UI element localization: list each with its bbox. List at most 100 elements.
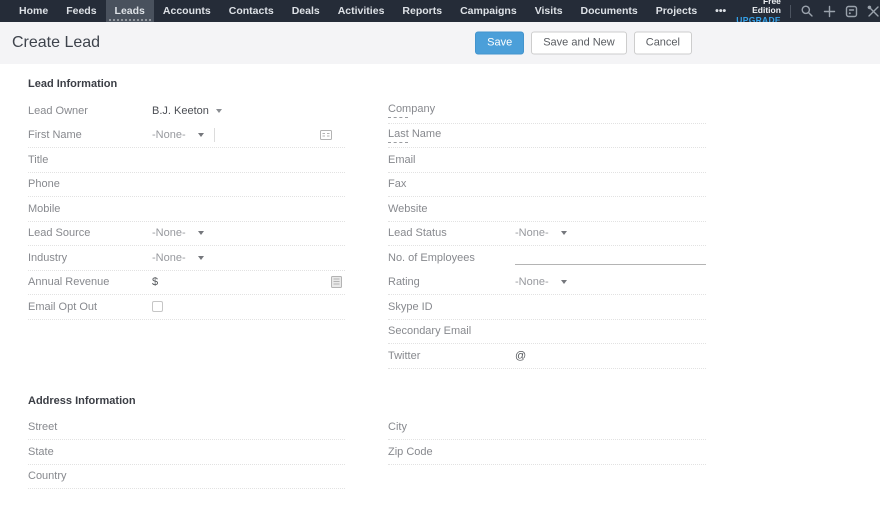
section-address-information: Address Information [28,369,880,416]
country-input[interactable] [152,465,345,489]
nav-item-documents[interactable]: Documents [572,0,647,22]
city-input[interactable] [515,416,706,440]
title-input[interactable] [152,148,345,172]
nav-item-contacts[interactable]: Contacts [220,0,283,22]
lead-owner-select[interactable]: B.J. Keeton [152,105,222,117]
nav-item-campaigns[interactable]: Campaigns [451,0,526,22]
nav-menu: Home Feeds Leads Accounts Contacts Deals… [10,0,735,22]
lead-source-value: -None- [152,227,186,239]
field-row-lead-source: Lead Source -None- [28,222,345,247]
twitter-input[interactable] [526,344,706,368]
field-row-email-opt-out: Email Opt Out [28,295,345,320]
lead-source-label: Lead Source [28,227,152,239]
nav-item-reports[interactable]: Reports [393,0,451,22]
search-icon[interactable] [800,4,814,18]
field-row-email: Email [388,148,706,173]
state-input[interactable] [152,440,345,464]
email-input[interactable] [515,148,706,172]
lead-info-left-column: Lead Owner B.J. Keeton First Name -None- [28,99,345,369]
salutation-value: -None- [152,129,186,141]
state-label: State [28,446,152,458]
field-row-twitter: Twitter @ [388,344,706,369]
nav-item-visits[interactable]: Visits [526,0,572,22]
title-label: Title [28,154,152,166]
website-input[interactable] [515,197,706,221]
save-and-new-button[interactable]: Save and New [531,32,627,55]
rating-select[interactable]: -None- [515,276,567,288]
email-opt-out-checkbox[interactable] [152,301,163,312]
chevron-down-icon [216,109,222,113]
field-row-no-of-employees: No. of Employees [388,246,706,271]
field-divider [214,128,215,142]
nav-item-more[interactable]: ••• [706,0,735,22]
top-navbar: Home Feeds Leads Accounts Contacts Deals… [0,0,880,22]
nav-item-projects[interactable]: Projects [647,0,706,22]
create-lead-form: Lead Information Lead Owner B.J. Keeton … [0,64,880,515]
industry-value: -None- [152,252,186,264]
chevron-down-icon [561,231,567,235]
phone-input[interactable] [152,173,345,197]
nav-divider [790,5,791,18]
nav-right-tools: Free Edition UPGRADE [735,0,880,22]
section-description-information: Description Information [28,489,880,515]
field-row-secondary-email: Secondary Email [388,320,706,345]
rating-label: Rating [388,276,515,288]
lead-status-value: -None- [515,227,549,239]
first-name-input[interactable] [225,124,320,148]
email-opt-out-label: Email Opt Out [28,301,152,313]
cancel-button[interactable]: Cancel [634,32,692,55]
nav-item-accounts[interactable]: Accounts [154,0,220,22]
field-row-city: City [388,416,706,441]
salutation-select[interactable]: -None- [152,129,204,141]
last-name-input[interactable] [515,124,706,148]
field-row-skype-id: Skype ID [388,295,706,320]
setup-tools-icon[interactable] [867,5,880,18]
address-left-column: Street State Country [28,416,345,490]
mobile-input[interactable] [152,197,345,221]
field-row-lead-owner: Lead Owner B.J. Keeton [28,99,345,124]
nav-item-deals[interactable]: Deals [283,0,329,22]
zip-code-label: Zip Code [388,446,515,458]
zip-code-input[interactable] [515,440,706,464]
mobile-label: Mobile [28,203,152,215]
street-input[interactable] [152,416,345,440]
field-row-rating: Rating -None- [388,271,706,296]
secondary-email-input[interactable] [515,320,706,344]
header-actions: Save Save and New Cancel [475,32,692,55]
skype-id-label: Skype ID [388,301,515,313]
last-name-label: Last Name [388,128,515,143]
lead-owner-label: Lead Owner [28,105,152,117]
skype-id-input[interactable] [515,295,706,319]
annual-revenue-input[interactable] [158,271,331,295]
contact-card-icon[interactable] [320,130,332,140]
calculator-icon[interactable] [331,276,342,288]
field-row-first-name: First Name -None- [28,124,345,149]
field-row-company: Company [388,99,706,124]
announcement-icon[interactable] [845,5,858,18]
field-row-industry: Industry -None- [28,246,345,271]
plus-icon[interactable] [823,5,836,18]
annual-revenue-label: Annual Revenue [28,276,152,288]
nav-item-feeds[interactable]: Feeds [57,0,105,22]
nav-item-home[interactable]: Home [10,0,57,22]
no-of-employees-label: No. of Employees [388,252,515,264]
section-lead-information: Lead Information [28,64,880,99]
chevron-down-icon [561,280,567,284]
lead-source-select[interactable]: -None- [152,227,204,239]
edition-label: Free Edition [735,0,781,16]
field-row-street: Street [28,416,345,441]
lead-status-select[interactable]: -None- [515,227,567,239]
first-name-label: First Name [28,129,152,141]
nav-item-activities[interactable]: Activities [329,0,394,22]
save-button[interactable]: Save [475,32,524,55]
field-row-lead-status: Lead Status -None- [388,222,706,247]
field-row-country: Country [28,465,345,490]
industry-select[interactable]: -None- [152,252,204,264]
no-of-employees-input[interactable] [515,250,706,265]
phone-label: Phone [28,178,152,190]
twitter-label: Twitter [388,350,515,362]
nav-item-leads[interactable]: Leads [106,0,154,22]
lead-status-label: Lead Status [388,227,515,239]
company-input[interactable] [515,99,706,123]
fax-input[interactable] [515,173,706,197]
